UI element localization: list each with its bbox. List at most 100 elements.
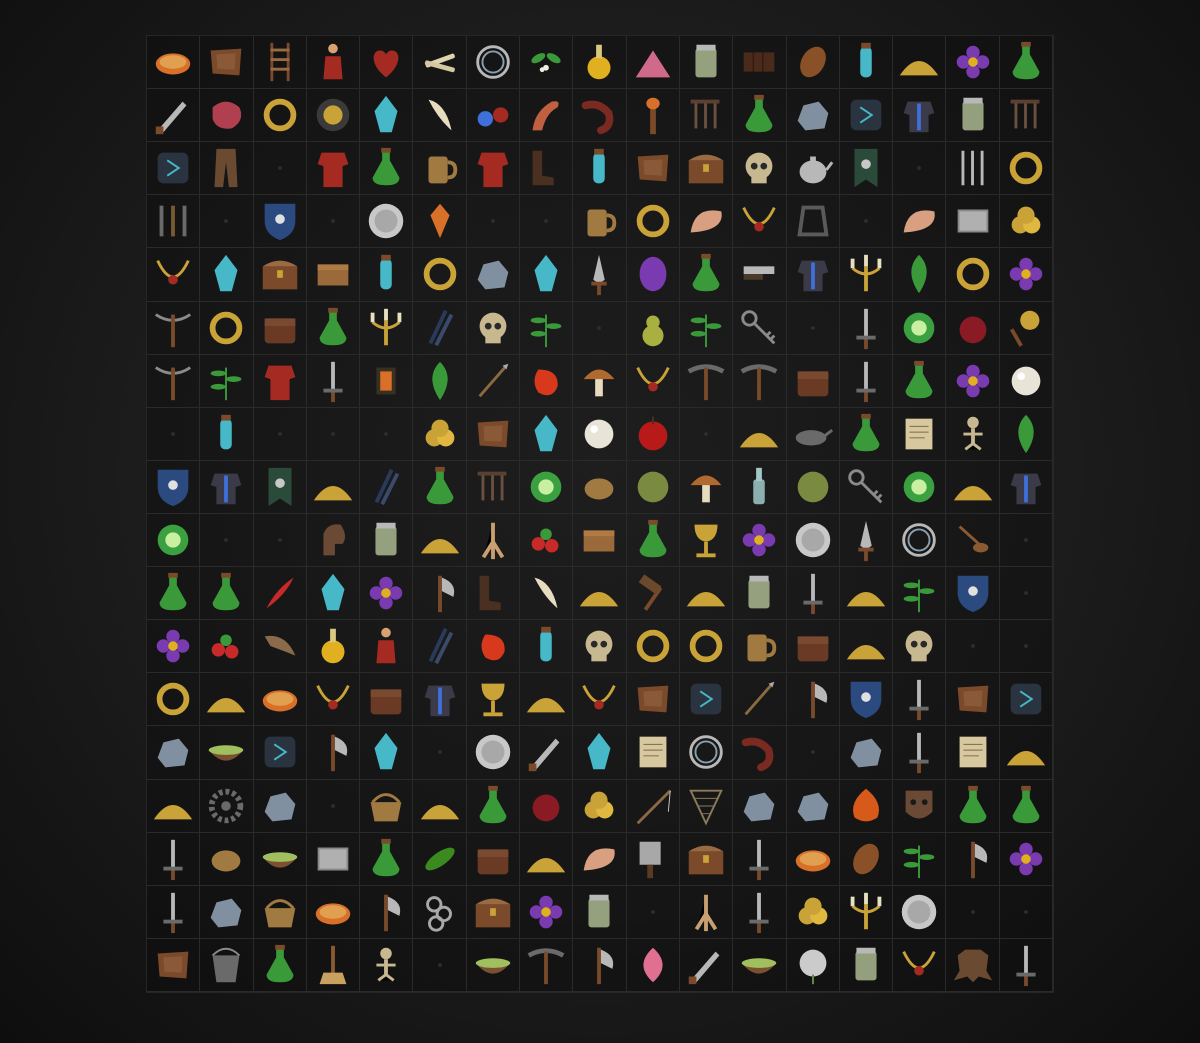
- inventory-slot[interactable]: [893, 567, 947, 621]
- inventory-slot[interactable]: [679, 513, 734, 568]
- inventory-slot[interactable]: [999, 938, 1053, 992]
- inventory-slot[interactable]: [786, 779, 840, 833]
- inventory-slot[interactable]: [147, 726, 201, 780]
- inventory-slot[interactable]: [999, 620, 1053, 674]
- inventory-slot[interactable]: [573, 142, 627, 196]
- inventory-slot[interactable]: [999, 779, 1053, 833]
- inventory-slot[interactable]: [786, 938, 840, 992]
- inventory-slot[interactable]: [946, 407, 1000, 461]
- inventory-slot[interactable]: [520, 354, 574, 408]
- inventory-slot[interactable]: [360, 36, 414, 90]
- inventory-slot[interactable]: [946, 354, 1000, 408]
- inventory-slot[interactable]: [626, 885, 680, 939]
- inventory-slot[interactable]: [147, 513, 201, 568]
- inventory-slot[interactable]: [520, 620, 574, 674]
- inventory-slot[interactable]: [253, 620, 307, 674]
- inventory-slot[interactable]: [999, 301, 1053, 355]
- inventory-slot[interactable]: [946, 673, 1000, 727]
- inventory-slot[interactable]: [466, 407, 521, 461]
- inventory-slot[interactable]: [626, 513, 680, 568]
- inventory-slot[interactable]: [786, 36, 840, 90]
- inventory-slot[interactable]: [360, 142, 414, 196]
- inventory-slot[interactable]: [466, 142, 521, 196]
- inventory-slot[interactable]: [306, 407, 361, 461]
- inventory-slot[interactable]: [999, 407, 1053, 461]
- inventory-slot[interactable]: [946, 938, 1000, 992]
- inventory-slot[interactable]: [999, 89, 1053, 143]
- inventory-slot[interactable]: [839, 726, 894, 780]
- inventory-slot[interactable]: [573, 673, 627, 727]
- inventory-slot[interactable]: [360, 832, 414, 886]
- inventory-slot[interactable]: [520, 36, 574, 90]
- inventory-slot[interactable]: [733, 301, 787, 355]
- inventory-slot[interactable]: [786, 513, 840, 568]
- inventory-slot[interactable]: [893, 354, 947, 408]
- inventory-slot[interactable]: [360, 513, 414, 568]
- inventory-slot[interactable]: [413, 513, 467, 568]
- inventory-slot[interactable]: [839, 195, 894, 249]
- inventory-slot[interactable]: [466, 301, 521, 355]
- inventory-slot[interactable]: [573, 354, 627, 408]
- inventory-slot[interactable]: [626, 779, 680, 833]
- inventory-slot[interactable]: [733, 513, 787, 568]
- inventory-slot[interactable]: [147, 354, 201, 408]
- inventory-slot[interactable]: [679, 620, 734, 674]
- inventory-slot[interactable]: [520, 195, 574, 249]
- inventory-slot[interactable]: [573, 779, 627, 833]
- inventory-slot[interactable]: [253, 195, 307, 249]
- inventory-slot[interactable]: [573, 195, 627, 249]
- inventory-slot[interactable]: [999, 513, 1053, 568]
- inventory-slot[interactable]: [466, 36, 521, 90]
- inventory-slot[interactable]: [946, 195, 1000, 249]
- inventory-slot[interactable]: [413, 885, 467, 939]
- inventory-slot[interactable]: [893, 248, 947, 302]
- inventory-slot[interactable]: [306, 36, 361, 90]
- inventory-slot[interactable]: [573, 301, 627, 355]
- inventory-slot[interactable]: [200, 407, 254, 461]
- inventory-slot[interactable]: [360, 620, 414, 674]
- inventory-slot[interactable]: [893, 673, 947, 727]
- inventory-slot[interactable]: [147, 195, 201, 249]
- inventory-slot[interactable]: [520, 407, 574, 461]
- inventory-slot[interactable]: [626, 195, 680, 249]
- inventory-slot[interactable]: [413, 407, 467, 461]
- inventory-slot[interactable]: [626, 673, 680, 727]
- inventory-slot[interactable]: [733, 89, 787, 143]
- inventory-slot[interactable]: [306, 89, 361, 143]
- inventory-slot[interactable]: [253, 407, 307, 461]
- inventory-slot[interactable]: [999, 567, 1053, 621]
- inventory-slot[interactable]: [626, 460, 680, 514]
- inventory-slot[interactable]: [520, 142, 574, 196]
- inventory-slot[interactable]: [200, 301, 254, 355]
- inventory-slot[interactable]: [147, 832, 201, 886]
- inventory-slot[interactable]: [573, 620, 627, 674]
- inventory-slot[interactable]: [946, 513, 1000, 568]
- inventory-slot[interactable]: [679, 567, 734, 621]
- inventory-slot[interactable]: [200, 354, 254, 408]
- inventory-slot[interactable]: [147, 567, 201, 621]
- inventory-slot[interactable]: [893, 832, 947, 886]
- inventory-slot[interactable]: [413, 779, 467, 833]
- inventory-slot[interactable]: [946, 89, 1000, 143]
- inventory-slot[interactable]: [253, 301, 307, 355]
- inventory-slot[interactable]: [679, 248, 734, 302]
- inventory-slot[interactable]: [147, 142, 201, 196]
- inventory-slot[interactable]: [733, 36, 787, 90]
- inventory-slot[interactable]: [786, 354, 840, 408]
- inventory-slot[interactable]: [253, 460, 307, 514]
- inventory-slot[interactable]: [413, 938, 467, 992]
- inventory-slot[interactable]: [413, 673, 467, 727]
- inventory-slot[interactable]: [200, 779, 254, 833]
- inventory-slot[interactable]: [839, 354, 894, 408]
- inventory-slot[interactable]: [626, 354, 680, 408]
- inventory-slot[interactable]: [999, 832, 1053, 886]
- inventory-slot[interactable]: [733, 620, 787, 674]
- inventory-slot[interactable]: [413, 36, 467, 90]
- inventory-slot[interactable]: [147, 779, 201, 833]
- inventory-slot[interactable]: [360, 195, 414, 249]
- inventory-slot[interactable]: [679, 142, 734, 196]
- inventory-slot[interactable]: [626, 832, 680, 886]
- inventory-slot[interactable]: [999, 195, 1053, 249]
- inventory-slot[interactable]: [786, 673, 840, 727]
- inventory-slot[interactable]: [200, 832, 254, 886]
